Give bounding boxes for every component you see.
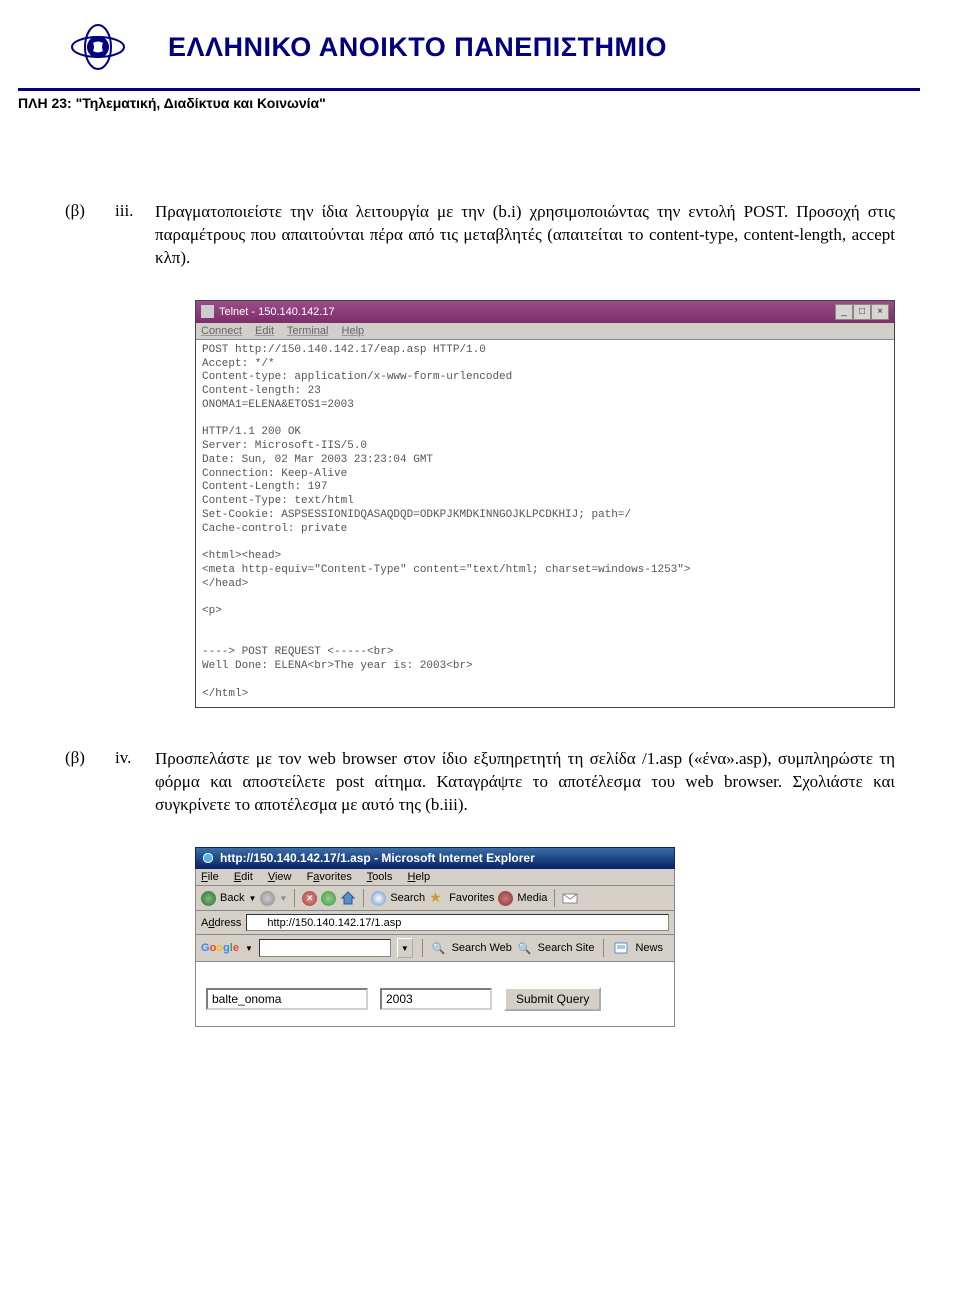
media-button[interactable]: Media: [517, 892, 547, 904]
submit-query-button[interactable]: Submit Query: [504, 987, 601, 1011]
item-marker-roman: iv.: [115, 748, 155, 817]
exercise-item-b-iii: (β) iii. Πραγματοποιείστε την ίδια λειτο…: [65, 201, 895, 270]
refresh-icon[interactable]: [321, 891, 336, 906]
menu-edit[interactable]: Edit: [255, 325, 274, 337]
item-marker-beta: (β): [65, 748, 115, 817]
menu-terminal[interactable]: Terminal: [287, 325, 329, 337]
google-dropdown[interactable]: ▼: [397, 938, 413, 958]
address-url: http://150.140.142.17/1.asp: [267, 917, 401, 929]
page-icon: [250, 916, 263, 929]
favorites-button[interactable]: Favorites: [449, 892, 494, 904]
favorites-icon[interactable]: ★: [429, 890, 445, 906]
form-year-input[interactable]: 2003: [380, 988, 492, 1010]
ie-toolbar: Back ▼ ▼ ✕ Search ★ Favorites Media: [195, 886, 675, 911]
item-marker-roman: iii.: [115, 201, 155, 270]
exercise-item-b-iv: (β) iv. Προσπελάστε με τον web browser σ…: [65, 748, 895, 817]
telnet-titlebar: Telnet - 150.140.142.17 _ □ ×: [196, 301, 894, 323]
news-button[interactable]: News: [635, 942, 663, 954]
search-site-button[interactable]: Search Site: [538, 942, 595, 954]
course-code: ΠΛΗ 23: "Τηλεματική, Διαδίκτυα και Κοινω…: [18, 95, 960, 111]
ie-screenshot: http://150.140.142.17/1.asp - Microsoft …: [195, 847, 675, 1027]
google-logo: Google: [201, 942, 239, 954]
menu-view[interactable]: View: [268, 871, 292, 883]
minimize-button[interactable]: _: [835, 304, 853, 320]
maximize-button[interactable]: □: [853, 304, 871, 320]
telnet-terminal-output: POST http://150.140.142.17/eap.asp HTTP/…: [196, 340, 894, 708]
google-search-input[interactable]: [259, 939, 391, 957]
menu-favorites[interactable]: Favorites: [307, 871, 352, 883]
form-name-input[interactable]: balte_onoma: [206, 988, 368, 1010]
item-text: Πραγματοποιείστε την ίδια λειτουργία με …: [155, 201, 895, 270]
page-header: ΕΛΛΗΝΙΚΟ ΑΝΟΙΚΤΟ ΠΑΝΕΠΙΣΤΗΜΙΟ: [0, 0, 960, 84]
ie-addressbar: Address http://150.140.142.17/1.asp: [195, 911, 675, 935]
address-label: Address: [201, 917, 241, 929]
menu-tools[interactable]: Tools: [367, 871, 393, 883]
university-logo: [68, 18, 128, 76]
search-site-icon: 🔍: [518, 942, 532, 955]
telnet-title-text: Telnet - 150.140.142.17: [219, 306, 335, 318]
forward-icon[interactable]: [260, 891, 275, 906]
stop-icon[interactable]: ✕: [302, 891, 317, 906]
ie-titlebar: http://150.140.142.17/1.asp - Microsoft …: [195, 847, 675, 869]
close-button[interactable]: ×: [871, 304, 889, 320]
home-icon[interactable]: [340, 890, 356, 906]
media-icon[interactable]: [498, 891, 513, 906]
back-icon[interactable]: [201, 891, 216, 906]
menu-help[interactable]: Help: [407, 871, 430, 883]
item-marker-beta: (β): [65, 201, 115, 270]
ie-menubar: File Edit View Favorites Tools Help: [195, 869, 675, 886]
menu-file[interactable]: File: [201, 871, 219, 883]
telnet-app-icon: [201, 305, 214, 318]
google-toolbar: Google ▼ ▼ 🔍 Search Web 🔍 Search Site Ne…: [195, 935, 675, 962]
ie-app-icon: [201, 851, 215, 865]
back-button[interactable]: Back: [220, 892, 244, 904]
news-icon: [613, 940, 629, 956]
search-button[interactable]: Search: [390, 892, 425, 904]
menu-help[interactable]: Help: [342, 325, 365, 337]
item-text: Προσπελάστε με τον web browser στον ίδιο…: [155, 748, 895, 817]
telnet-menubar: Connect Edit Terminal Help: [196, 323, 894, 340]
address-input[interactable]: http://150.140.142.17/1.asp: [246, 914, 669, 931]
menu-connect[interactable]: Connect: [201, 325, 242, 337]
search-icon[interactable]: [371, 891, 386, 906]
search-web-icon: 🔍: [432, 942, 446, 955]
header-rule: [18, 88, 920, 91]
university-title: ΕΛΛΗΝΙΚΟ ΑΝΟΙΚΤΟ ΠΑΝΕΠΙΣΤΗΜΙΟ: [168, 32, 667, 63]
ie-title-text: http://150.140.142.17/1.asp - Microsoft …: [220, 851, 535, 865]
menu-edit[interactable]: Edit: [234, 871, 253, 883]
telnet-screenshot: Telnet - 150.140.142.17 _ □ × Connect Ed…: [195, 300, 895, 709]
search-web-button[interactable]: Search Web: [452, 942, 512, 954]
ie-page-body: balte_onoma 2003 Submit Query: [195, 962, 675, 1027]
mail-icon[interactable]: [562, 890, 578, 906]
